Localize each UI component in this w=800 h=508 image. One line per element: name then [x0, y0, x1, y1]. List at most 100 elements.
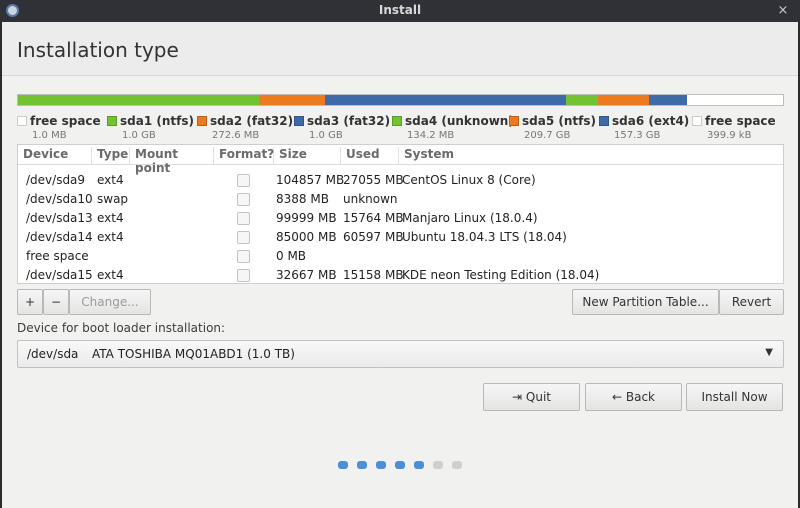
add-partition-button[interactable]: + — [17, 289, 43, 315]
cell-used: 60597 MB — [343, 230, 404, 244]
back-label: Back — [625, 390, 656, 404]
cell-device: /dev/sda10 — [26, 192, 93, 206]
close-icon[interactable]: × — [774, 2, 792, 20]
col-mount-point[interactable]: Mount point — [130, 147, 214, 175]
cell-type: ext4 — [97, 211, 124, 225]
window-titlebar: Install × — [0, 0, 800, 22]
progress-dot — [433, 461, 443, 469]
page-header: Installation type — [2, 22, 798, 76]
legend-size: 399.9 kB — [707, 130, 752, 141]
quit-label: Quit — [525, 390, 551, 404]
partition-bar — [17, 94, 784, 106]
legend-swatch — [509, 116, 519, 126]
progress-dot — [414, 461, 424, 469]
legend-size: 1.0 GB — [309, 130, 343, 141]
legend-size: 272.6 MB — [212, 130, 260, 141]
back-arrow-icon: ← — [611, 390, 623, 404]
col-type[interactable]: Type — [92, 147, 130, 165]
cell-used: 15158 MB — [343, 268, 404, 282]
col-device[interactable]: Device — [18, 147, 92, 165]
progress-dot — [395, 461, 405, 469]
partition-bar-segment — [598, 95, 649, 105]
legend-swatch — [17, 116, 27, 126]
legend-item: free space 1.0 MB — [17, 110, 101, 141]
col-format[interactable]: Format? — [214, 147, 274, 165]
partition-table[interactable]: Device Type Mount point Format? Size Use… — [17, 144, 784, 284]
legend-size: 209.7 GB — [524, 130, 571, 141]
install-now-button[interactable]: Install Now — [686, 383, 783, 411]
legend-swatch — [294, 116, 304, 126]
legend-size: 157.3 GB — [614, 130, 661, 141]
format-checkbox[interactable] — [237, 174, 250, 187]
cell-type: ext4 — [97, 268, 124, 282]
table-row[interactable]: /dev/sda15 ext4 32667 MB 15158 MB KDE neon T… — [18, 266, 783, 283]
table-row[interactable]: /dev/sda13 ext4 99999 MB 15764 MB Manjaro Li… — [18, 209, 783, 228]
cell-used: 15764 MB — [343, 211, 404, 225]
progress-dot — [338, 461, 348, 469]
col-system[interactable]: System — [399, 147, 783, 165]
progress-dot — [452, 461, 462, 469]
legend-name: sda4 (unknown) — [405, 114, 514, 128]
format-checkbox[interactable] — [237, 193, 250, 206]
legend-name: sda1 (ntfs) — [120, 114, 194, 128]
legend-name: free space — [705, 114, 776, 128]
quit-icon: ⇥ — [512, 390, 523, 404]
partition-bar-segment — [324, 95, 566, 105]
legend-swatch — [599, 116, 609, 126]
legend-size: 1.0 MB — [32, 130, 67, 141]
legend-item: sda3 (fat32) 1.0 GB — [294, 110, 390, 141]
revert-button[interactable]: Revert — [719, 289, 784, 315]
legend-item: sda2 (fat32) 272.6 MB — [197, 110, 293, 141]
legend-item: sda5 (ntfs) 209.7 GB — [509, 110, 596, 141]
legend-swatch — [197, 116, 207, 126]
legend-size: 134.2 MB — [407, 130, 455, 141]
col-used[interactable]: Used — [341, 147, 399, 165]
legend-name: sda6 (ext4) — [612, 114, 690, 128]
partition-bar-segment — [648, 95, 687, 105]
page-title: Installation type — [17, 38, 179, 62]
legend-name: free space — [30, 114, 101, 128]
legend-size: 1.0 GB — [122, 130, 156, 141]
progress-dot — [357, 461, 367, 469]
bootloader-description: ATA TOSHIBA MQ01ABD1 (1.0 TB) — [92, 347, 295, 361]
cell-system: Ubuntu 18.04.3 LTS (18.04) — [402, 230, 567, 244]
cell-system: CentOS Linux 8 (Core) — [402, 173, 536, 187]
new-partition-table-button[interactable]: New Partition Table... — [572, 289, 719, 315]
cell-size: 85000 MB — [276, 230, 337, 244]
bootloader-select[interactable]: /dev/sda ATA TOSHIBA MQ01ABD1 (1.0 TB) ▼ — [17, 340, 784, 368]
cell-size: 8388 MB — [276, 192, 329, 206]
legend-swatch — [107, 116, 117, 126]
back-button[interactable]: ← Back — [585, 383, 682, 411]
format-checkbox[interactable] — [237, 250, 250, 263]
format-checkbox[interactable] — [237, 231, 250, 244]
chevron-down-icon: ▼ — [765, 347, 773, 358]
partition-bar-segment — [18, 95, 260, 105]
partition-bar-segment — [686, 95, 783, 105]
cell-type: ext4 — [97, 230, 124, 244]
partition-bar-segment — [565, 95, 599, 105]
table-row[interactable]: free space 0 MB — [18, 247, 783, 266]
table-row[interactable]: /dev/sda14 ext4 85000 MB 60597 MB Ubuntu 18.… — [18, 228, 783, 247]
remove-partition-button[interactable]: − — [43, 289, 69, 315]
cell-size: 104857 MB — [276, 173, 345, 187]
table-row[interactable]: /dev/sda9 ext4 104857 MB 27055 MB CentOS Lin… — [18, 171, 783, 190]
cell-device: /dev/sda14 — [26, 230, 93, 244]
cell-device: /dev/sda13 — [26, 211, 93, 225]
quit-button[interactable]: ⇥ Quit — [483, 383, 580, 411]
cell-used: unknown — [343, 192, 398, 206]
format-checkbox[interactable] — [237, 212, 250, 225]
change-partition-button[interactable]: Change... — [69, 289, 151, 315]
legend-name: sda3 (fat32) — [307, 114, 391, 128]
legend-swatch — [392, 116, 402, 126]
cell-system: KDE neon Testing Edition (18.04) — [402, 268, 600, 282]
table-row[interactable]: /dev/sda10 swap 8388 MB unknown — [18, 190, 783, 209]
cell-used: 27055 MB — [343, 173, 404, 187]
installer-window: Installation type free space 1.0 MB sda1 (… — [2, 22, 798, 508]
legend-item: sda1 (ntfs) 1.0 GB — [107, 110, 194, 141]
cell-device: free space — [26, 249, 89, 263]
col-size[interactable]: Size — [274, 147, 341, 165]
bootloader-label: Device for boot loader installation: — [17, 321, 226, 335]
table-header: Device Type Mount point Format? Size Use… — [18, 145, 783, 175]
format-checkbox[interactable] — [237, 269, 250, 282]
legend-item: free space 399.9 kB — [692, 110, 776, 141]
